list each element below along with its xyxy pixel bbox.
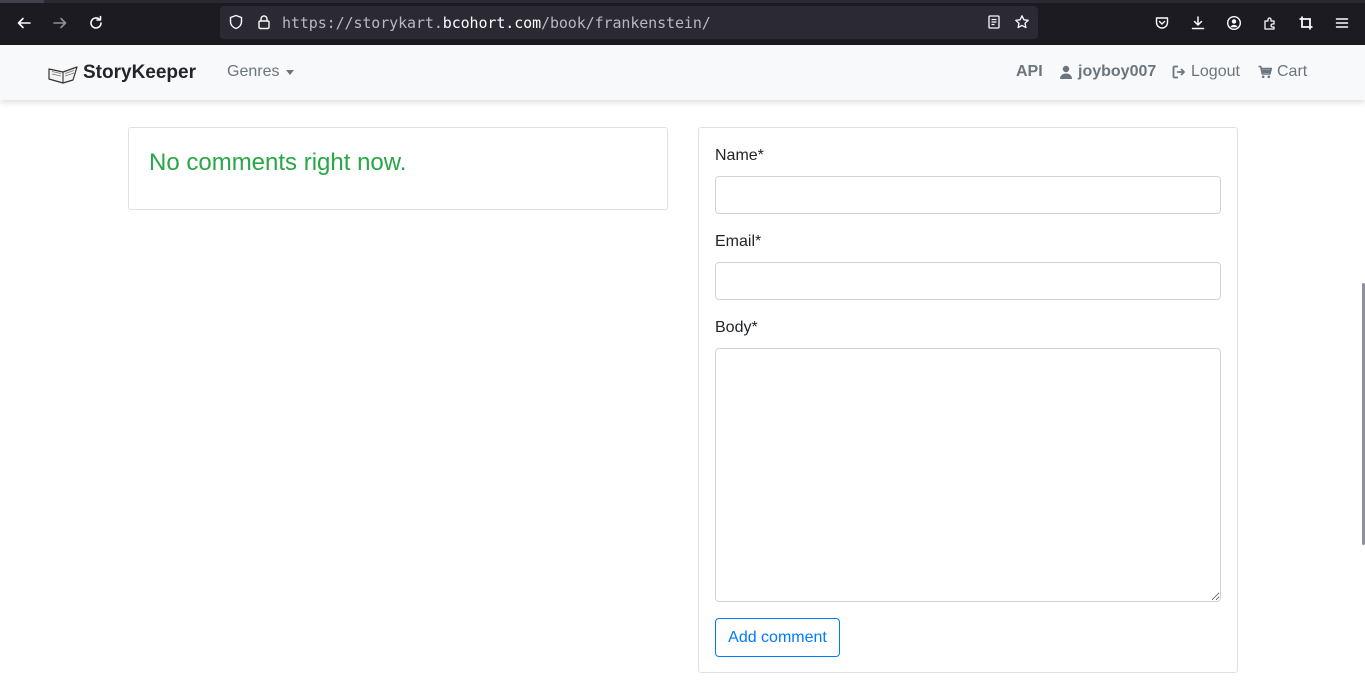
email-label: Email*	[715, 233, 762, 250]
address-bar[interactable]: https://storykart.bcohort.com/book/frank…	[220, 6, 1038, 39]
back-button[interactable]	[9, 8, 39, 38]
tab-strip-edge	[0, 0, 1365, 3]
email-input[interactable]	[715, 262, 1221, 300]
crop-button[interactable]	[1291, 8, 1321, 38]
account-icon	[1226, 15, 1242, 31]
reload-icon	[90, 15, 102, 29]
no-comments-message: No comments right now.	[149, 149, 407, 176]
url-path: /book/frankenstein/	[541, 14, 711, 32]
add-comment-button[interactable]: Add comment	[715, 618, 840, 657]
active-tab-indicator	[0, 0, 44, 3]
comment-form: Name* Email* Body* Add comment	[698, 127, 1238, 673]
user-icon	[1060, 65, 1072, 79]
reader-view-icon[interactable]	[986, 14, 1002, 30]
brand-link[interactable]: StoryKeeper	[47, 62, 196, 84]
forward-icon	[53, 17, 67, 29]
app-menu-button[interactable]	[1327, 8, 1357, 38]
extensions-icon	[1264, 17, 1275, 30]
back-icon	[17, 17, 31, 29]
url-prefix: https://storykart.	[282, 14, 443, 32]
url-text[interactable]: https://storykart.bcohort.com/book/frank…	[282, 14, 711, 32]
bookmark-star-icon[interactable]	[1014, 14, 1030, 30]
api-label: API	[1016, 63, 1043, 80]
browser-toolbar: https://storykart.bcohort.com/book/frank…	[0, 0, 1365, 45]
site-navbar: StoryKeeper Genres API joyboy007 Logout …	[0, 45, 1365, 100]
lock-icon[interactable]	[256, 14, 272, 30]
account-button[interactable]	[1219, 8, 1249, 38]
downloads-button[interactable]	[1183, 8, 1213, 38]
nav-api-link[interactable]: API	[1016, 63, 1043, 81]
shopping-cart-icon	[1258, 65, 1272, 79]
nav-user-link[interactable]: joyboy007	[1059, 63, 1156, 81]
genres-label: Genres	[227, 63, 280, 80]
nav-logout-link[interactable]: Logout	[1172, 63, 1240, 81]
comments-card: No comments right now.	[128, 127, 668, 210]
name-input[interactable]	[715, 176, 1221, 214]
sign-out-icon	[1172, 65, 1185, 79]
pocket-button[interactable]	[1147, 8, 1177, 38]
cart-label: Cart	[1277, 63, 1308, 80]
caret-down-icon	[286, 69, 295, 75]
download-icon	[1191, 16, 1205, 30]
name-label: Name*	[715, 147, 764, 164]
menu-icon	[1335, 18, 1349, 28]
forward-button[interactable]	[45, 8, 75, 38]
logout-label: Logout	[1191, 63, 1240, 80]
username-label: joyboy007	[1078, 63, 1157, 80]
pocket-icon	[1155, 17, 1169, 29]
reload-button[interactable]	[81, 8, 111, 38]
body-textarea[interactable]	[715, 348, 1221, 602]
nav-cart-link[interactable]: Cart	[1258, 63, 1307, 81]
genres-dropdown[interactable]: Genres	[227, 63, 295, 81]
brand-name: StoryKeeper	[83, 62, 196, 83]
crop-icon	[1299, 16, 1313, 30]
shield-icon[interactable]	[228, 14, 244, 30]
body-label: Body*	[715, 319, 758, 336]
open-book-icon	[48, 66, 78, 84]
extensions-button[interactable]	[1255, 8, 1285, 38]
url-domain: bcohort.com	[442, 14, 542, 32]
